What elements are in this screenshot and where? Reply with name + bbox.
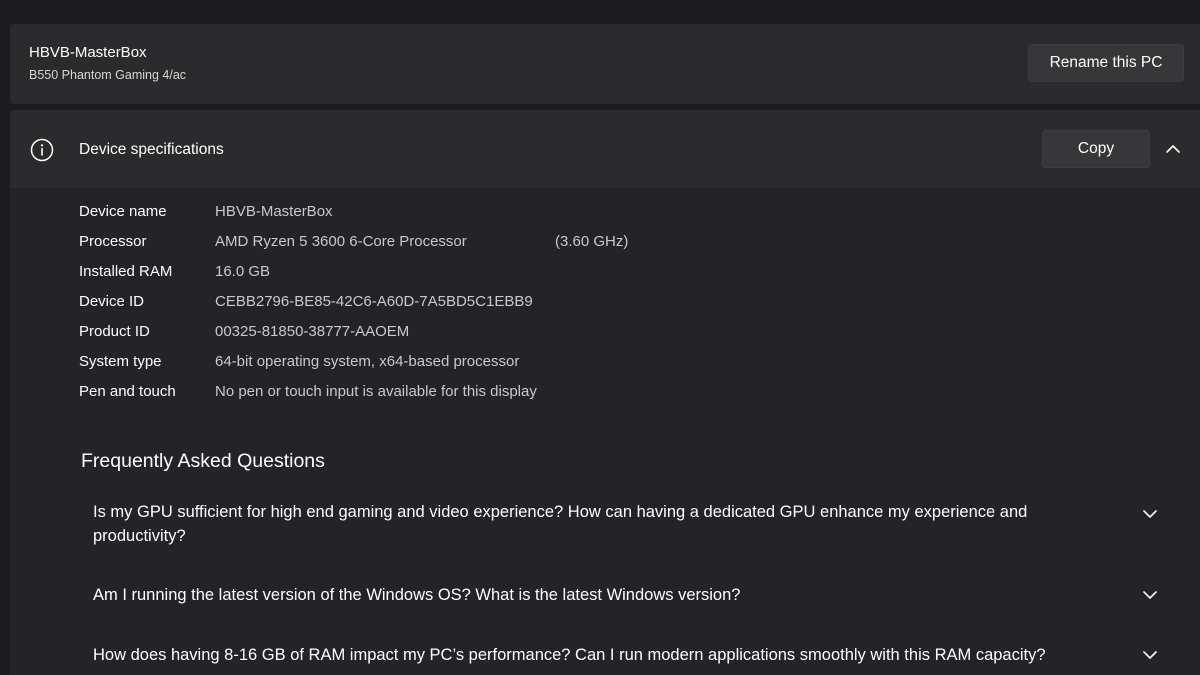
- spec-value: 00325-81850-38777-AAOEM: [215, 323, 410, 340]
- faq-question: Is my GPU sufficient for high end gaming…: [93, 503, 1028, 545]
- spec-value: HBVB-MasterBox: [215, 203, 333, 220]
- info-icon: [30, 138, 54, 162]
- spec-label: System type: [79, 353, 162, 370]
- faq-question: How does having 8-16 GB of RAM impact my…: [93, 646, 1046, 664]
- spec-value: 16.0 GB: [215, 263, 271, 280]
- spec-label: Installed RAM: [79, 263, 173, 280]
- spec-value: CEBB2796-BE85-42C6-A60D-7A5BD5C1EBB9: [215, 293, 533, 310]
- spec-label: Device name: [79, 203, 167, 220]
- spec-value: AMD Ryzen 5 3600 6-Core Processor: [215, 233, 467, 250]
- pc-model: B550 Phantom Gaming 4/ac: [29, 68, 187, 82]
- spec-label: Processor: [79, 233, 147, 250]
- spec-value: No pen or touch input is available for t…: [215, 383, 537, 400]
- chevron-down-icon[interactable]: [1142, 589, 1158, 601]
- spec-value: 64-bit operating system, x64-based proce…: [215, 353, 520, 370]
- spec-label: Device ID: [79, 293, 145, 310]
- faq-question: Am I running the latest version of the W…: [93, 586, 741, 604]
- chevron-up-icon[interactable]: [1165, 142, 1181, 156]
- pc-name: HBVB-MasterBox: [29, 44, 147, 61]
- chevron-down-icon[interactable]: [1142, 508, 1158, 520]
- chevron-down-icon[interactable]: [1142, 649, 1158, 661]
- faq-item[interactable]: Is my GPU sufficient for high end gaming…: [93, 500, 1173, 548]
- spec-label: Product ID: [79, 323, 150, 340]
- faq-item[interactable]: How does having 8-16 GB of RAM impact my…: [93, 643, 1173, 667]
- device-specifications-section: Device specifications Copy Device name H…: [10, 110, 1200, 675]
- device-specifications-header[interactable]: Device specifications Copy: [10, 110, 1200, 188]
- spec-label: Pen and touch: [79, 383, 176, 400]
- copy-button[interactable]: Copy: [1042, 130, 1150, 168]
- pc-name-card: HBVB-MasterBox B550 Phantom Gaming 4/ac …: [10, 24, 1200, 104]
- faq-item[interactable]: Am I running the latest version of the W…: [93, 583, 1173, 607]
- faq-title: Frequently Asked Questions: [81, 450, 325, 472]
- device-specifications-title: Device specifications: [79, 141, 224, 158]
- processor-speed: (3.60 GHz): [555, 233, 629, 250]
- rename-pc-button[interactable]: Rename this PC: [1028, 44, 1184, 82]
